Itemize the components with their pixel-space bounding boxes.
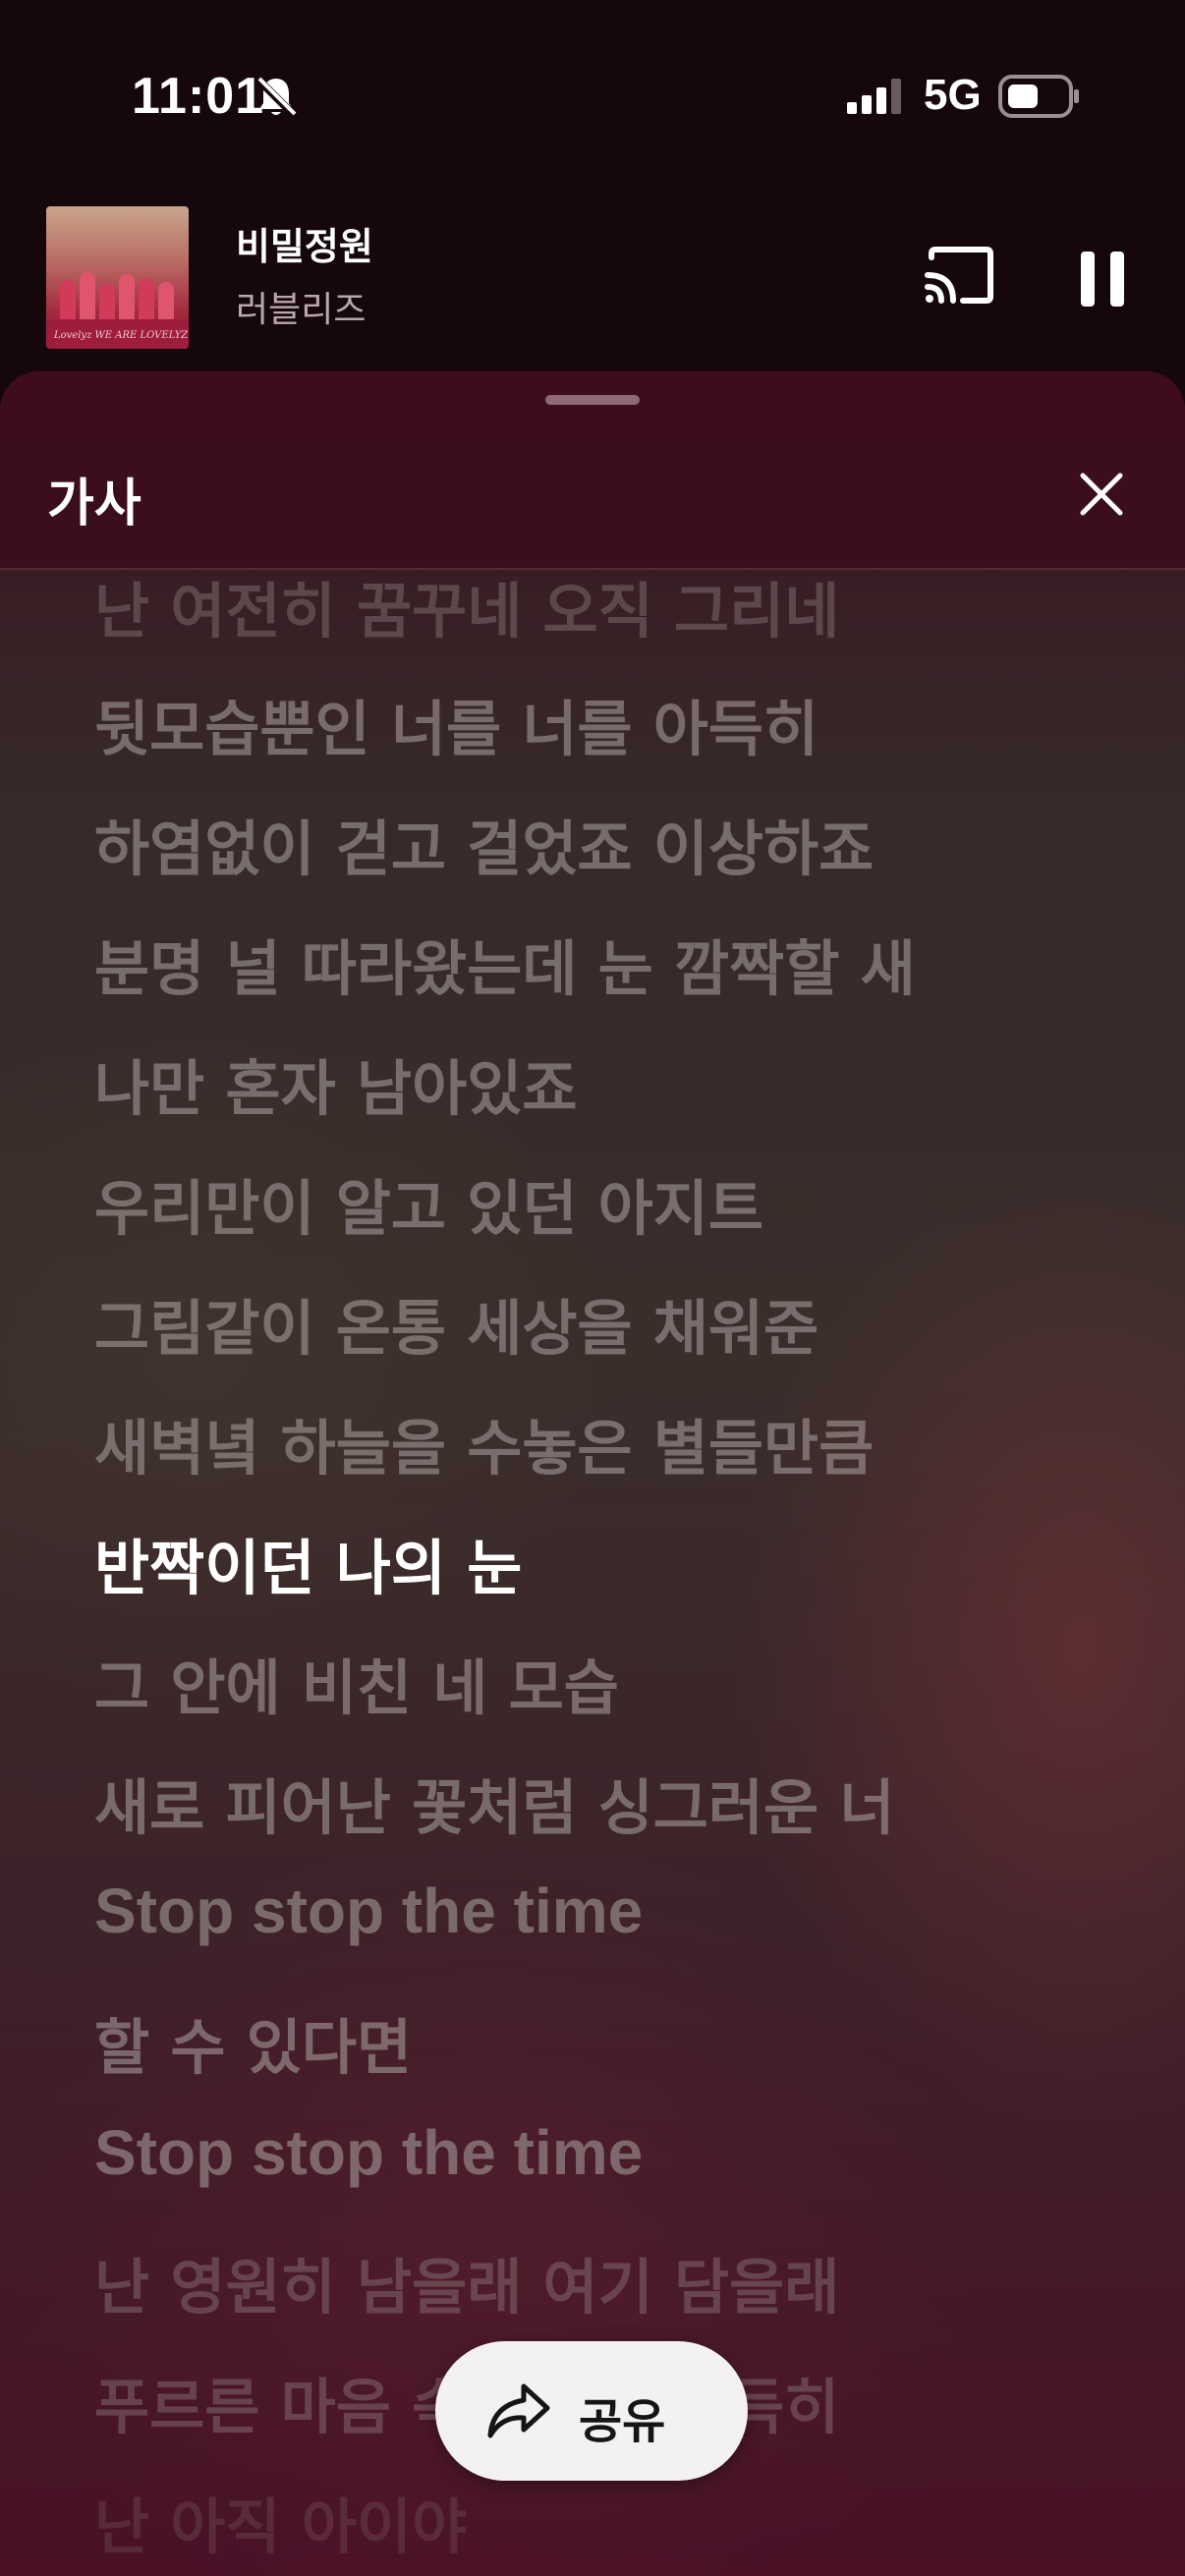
lyric-line[interactable]: 분명 널 따라왔는데 눈 깜짝할 새 — [94, 920, 916, 1007]
lyric-line[interactable]: 뒷모습뿐인 너를 너를 아득히 — [94, 680, 818, 767]
lyric-line[interactable]: 우리만이 알고 있던 아지트 — [94, 1159, 763, 1247]
lyrics-sheet-header: 가사 — [0, 371, 1185, 570]
album-art-text: Lovelyz WE ARE LOVELYZ — [53, 330, 189, 341]
lyric-line-active[interactable]: 반짝이던 나의 눈 — [94, 1519, 522, 1606]
song-title: 비밀정원 — [236, 225, 373, 268]
share-arrow-icon — [484, 2380, 553, 2445]
status-bar: 11:01 5G — [0, 0, 1185, 187]
share-button[interactable]: 공유 — [435, 2341, 748, 2481]
lyrics-scroll-area[interactable]: 난 여전히 꿈꾸네 오직 그리네 뒷모습뿐인 너를 너를 아득히 하염없이 걷고… — [0, 570, 1185, 2576]
lyric-line[interactable]: Stop stop the time — [94, 1875, 643, 1947]
lyrics-title: 가사 — [47, 475, 141, 533]
share-label: 공유 — [579, 2394, 666, 2449]
lyric-line[interactable]: 난 영원히 남을래 여기 담을래 — [94, 2238, 839, 2325]
lyric-line[interactable]: 그 안에 비친 네 모습 — [94, 1639, 619, 1726]
lyrics-sheet: 가사 난 여전히 꿈꾸네 오직 그리네 뒷모습뿐인 너를 너를 아득히 하염없이… — [0, 371, 1185, 2576]
lyric-line[interactable]: 나만 혼자 남아있죠 — [94, 1039, 577, 1127]
drag-handle[interactable] — [545, 395, 640, 405]
status-time: 11:01 — [132, 68, 265, 125]
signal-bars-icon — [847, 79, 906, 118]
bell-slash-icon — [252, 73, 301, 126]
album-art[interactable]: Lovelyz WE ARE LOVELYZ — [46, 206, 189, 349]
network-type: 5G — [924, 71, 982, 119]
cast-icon[interactable] — [924, 246, 994, 308]
lyric-line[interactable]: 하염없이 걷고 걸었죠 이상하죠 — [94, 800, 874, 887]
pause-icon[interactable] — [1077, 250, 1128, 312]
close-icon[interactable] — [1077, 470, 1126, 523]
mini-player[interactable]: Lovelyz WE ARE LOVELYZ 비밀정원 러블리즈 — [0, 196, 1185, 364]
lyric-line[interactable]: 난 여전히 꿈꾸네 오직 그리네 — [94, 570, 839, 649]
album-art-caption: Lovelyz WE ARE LOVELYZ — [46, 319, 189, 349]
battery-icon — [998, 75, 1081, 122]
song-artist: 러블리즈 — [236, 290, 367, 330]
lyric-line[interactable]: 난 아직 아이야 — [94, 2478, 467, 2565]
lyric-line[interactable]: 할 수 있다면 — [94, 1998, 412, 2086]
lyric-line[interactable]: Stop stop the time — [94, 2116, 643, 2189]
lyric-line[interactable]: 새로 피어난 꽃처럼 싱그러운 너 — [94, 1759, 895, 1846]
lyric-line[interactable]: 새벽녘 하늘을 수놓은 별들만큼 — [94, 1399, 874, 1486]
lyric-line[interactable]: 그림같이 온통 세상을 채워준 — [94, 1279, 818, 1367]
